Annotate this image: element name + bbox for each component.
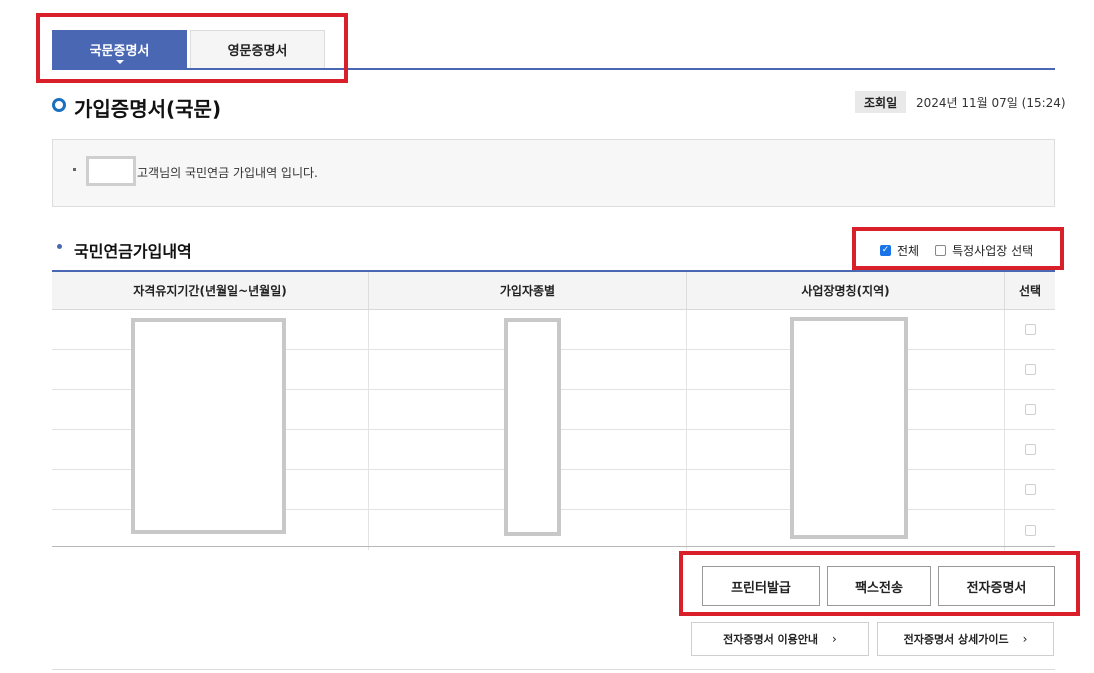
redacted-customer-name	[86, 156, 136, 186]
checkbox-all[interactable]: ✓	[880, 245, 891, 256]
tab-korean-certificate[interactable]: 국문증명서	[52, 30, 187, 68]
redacted-period-column	[131, 318, 286, 534]
row-checkbox[interactable]	[1024, 524, 1036, 536]
header-select: 선택	[1018, 284, 1042, 298]
e-certificate-detail-guide-link[interactable]: 전자증명서 상세가이드 ›	[877, 622, 1054, 656]
certificate-tabs: 국문증명서 영문증명서	[52, 30, 328, 70]
info-text: 고객님의 국민연금 가입내역 입니다.	[137, 166, 318, 180]
bottom-divider	[52, 669, 1055, 670]
query-date-value: 2024년 11월 07일 (15:24)	[916, 96, 1066, 110]
redacted-member-type-column	[504, 318, 561, 536]
checkbox-all-label: 전체	[897, 244, 920, 258]
table-bottom-border	[52, 546, 1055, 547]
page-title: 가입증명서(국문)	[74, 97, 222, 121]
redacted-workplace-column	[790, 317, 908, 539]
print-button[interactable]: 프린터발급	[702, 566, 820, 606]
tab-korean-label: 국문증명서	[89, 43, 150, 59]
chevron-right-icon: ›	[832, 632, 837, 646]
row-checkbox[interactable]	[1024, 404, 1036, 415]
header-workplace: 사업장명칭(지역)	[687, 272, 1005, 309]
usage-link-label: 전자증명서 이용안내	[723, 633, 819, 646]
tab-underline	[52, 68, 1055, 70]
row-checkbox[interactable]	[1024, 444, 1036, 455]
checkbox-specific-workplace[interactable]	[935, 245, 947, 256]
detail-guide-label: 전자증명서 상세가이드	[903, 633, 1009, 646]
info-box: 고객님의 국민연금 가입내역 입니다.	[52, 139, 1055, 207]
section-bullet-icon	[57, 244, 62, 249]
tab-english-label: 영문증명서	[227, 44, 288, 59]
row-checkbox[interactable]	[1024, 364, 1036, 375]
row-checkbox[interactable]	[1024, 324, 1036, 335]
chevron-right-icon: ›	[1022, 632, 1028, 646]
section-title: 국민연금가입내역	[74, 242, 192, 261]
checkbox-specific-label: 특정사업장 선택	[952, 244, 1034, 258]
filter-options: ✓ 전체 특정사업장 선택	[880, 242, 1049, 259]
caret-down-icon	[115, 60, 124, 64]
tab-english-certificate[interactable]: 영문증명서	[190, 30, 325, 68]
query-date-label: 조회일	[855, 91, 907, 113]
table-header: 자격유지기간(년월일~년월일) 가입자종별 사업장명칭(지역) 선택	[52, 272, 1055, 310]
e-certificate-button[interactable]: 전자증명서	[938, 566, 1055, 606]
e-certificate-usage-link[interactable]: 전자증명서 이용안내 ›	[691, 622, 869, 656]
bullet-icon	[73, 168, 76, 171]
header-member-type: 가입자종별	[369, 272, 687, 309]
header-period: 자격유지기간(년월일~년월일)	[52, 272, 369, 309]
fax-button[interactable]: 팩스전송	[827, 566, 931, 606]
row-checkbox[interactable]	[1024, 484, 1036, 495]
circle-bullet-icon	[52, 98, 66, 112]
